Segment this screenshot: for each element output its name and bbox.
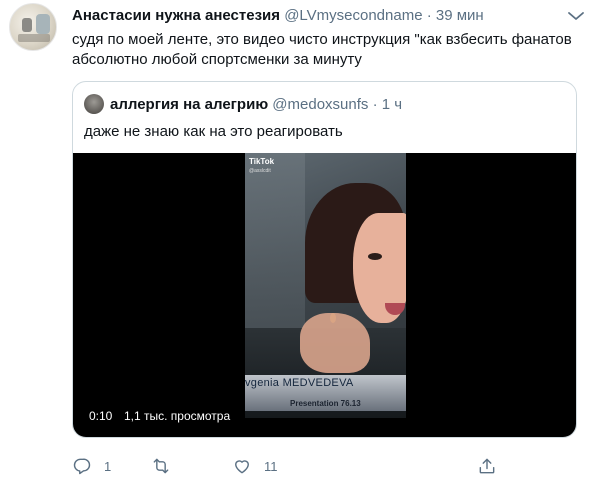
tweet-actions: 1 11 [72,453,592,479]
tiktok-username: @asslcdit [249,168,271,174]
quoted-tweet[interactable]: аллергия на алегрию @medoxsunfs · 1 ч да… [72,81,577,438]
banner-name: vgenia MEDVEDEVA [245,377,354,389]
quoted-author-avatar[interactable] [84,94,104,114]
like-icon [232,456,252,476]
like-button[interactable]: 11 [232,453,278,479]
reply-count: 1 [104,458,112,474]
retweet-icon [150,456,172,476]
author-handle[interactable]: @LVmysecondname [284,7,422,24]
quoted-tweet-time[interactable]: 1 ч [382,96,402,113]
quoted-tweet-text: даже не знаю как на это реагировать [84,123,343,140]
tiktok-logo: TikTok [249,157,275,166]
video-player[interactable]: TikTok @asslcdit vgenia MEDVEDEVA Presen… [73,153,576,437]
banner-subtitle: Presentation 76.13 [290,399,361,408]
reply-button[interactable]: 1 [72,453,111,479]
quoted-author-handle[interactable]: @medoxsunfs [272,96,368,113]
tweet-text: судя по моей ленте, это видео чисто инст… [72,31,572,68]
share-icon [477,456,497,476]
tweet-header: Анастасии нужна анестезия @LVmysecondnam… [72,7,484,25]
separator-dot: · [372,96,378,113]
reply-icon [72,456,92,476]
separator-dot: · [426,7,432,24]
tweet-time[interactable]: 39 мин [436,7,484,24]
quoted-author-name[interactable]: аллергия на алегрию [110,96,268,113]
video-duration: 0:10 [89,409,113,423]
share-button[interactable] [477,453,497,479]
quoted-tweet-header: аллергия на алегрию @medoxsunfs · 1 ч [110,96,402,114]
author-avatar[interactable] [9,3,57,51]
video-frame: TikTok @asslcdit vgenia MEDVEDEVA Presen… [245,153,406,418]
retweet-button[interactable] [150,453,184,479]
more-icon[interactable] [565,6,587,26]
tweet[interactable]: Анастасии нужна анестезия @LVmysecondnam… [0,0,600,495]
author-name[interactable]: Анастасии нужна анестезия [72,7,280,24]
like-count: 11 [264,458,278,474]
video-views: 1,1 тыс. просмотра [124,409,231,423]
